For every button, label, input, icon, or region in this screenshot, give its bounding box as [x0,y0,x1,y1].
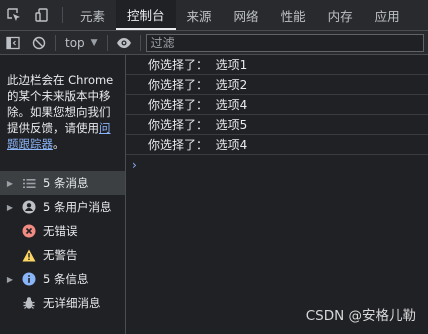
toolbar-divider [55,34,56,51]
toolbar-divider [139,34,141,51]
notice-end: 。 [53,137,65,151]
console-log-row: 你选择了： 选项4 [126,95,428,115]
live-expression-eye-icon[interactable] [111,31,137,55]
filter-warnings[interactable]: 无警告 [0,243,125,267]
console-log-row: 你选择了： 选项4 [126,135,428,155]
console-prompt[interactable]: › [126,155,428,175]
expand-arrow-icon[interactable]: ▶ [0,179,20,188]
tab-divider [62,7,63,23]
console-log-row: 你选择了： 选项5 [126,115,428,135]
filter-label: 无错误 [43,224,78,238]
context-selector[interactable]: top ▼ [59,36,104,50]
devtools-tab-bar: 元素 控制台 来源 网络 性能 内存 应用 [0,0,428,31]
user-icon [20,199,38,215]
prompt-chevron-icon: › [132,158,137,172]
error-icon [20,223,38,239]
console-output: 你选择了： 选项1 你选择了： 选项2 你选择了： 选项4 你选择了： 选项5 … [126,55,428,334]
console-log-row: 你选择了： 选项1 [126,55,428,75]
filter-user-messages[interactable]: ▶ 5 条用户消息 [0,195,125,219]
tab-network[interactable]: 网络 [223,0,270,30]
message-filter-list: ▶ 5 条消息 ▶ 5 条用户消息 无错误 无警告 ▶ 5 条信息 无详细消息 [0,171,125,315]
bug-icon [20,295,38,311]
console-log-row: 你选择了： 选项2 [126,75,428,95]
console-sidebar: 此边栏会在 Chrome 的某个未来版本中移除。如果您想向我们提供反馈，请使用问… [0,55,126,334]
filter-info[interactable]: ▶ 5 条信息 [0,267,125,291]
filter-label: 无警告 [43,248,78,262]
filter-verbose[interactable]: 无详细消息 [0,291,125,315]
filter-all-messages[interactable]: ▶ 5 条消息 [0,171,125,195]
filter-label: 5 条用户消息 [43,200,112,214]
inspect-element-icon[interactable] [0,0,28,30]
filter-label: 5 条信息 [43,272,89,286]
info-icon [20,271,38,287]
tab-sources[interactable]: 来源 [176,0,223,30]
context-selector-value: top [65,35,85,50]
filter-label: 5 条消息 [43,176,89,190]
filter-errors[interactable]: 无错误 [0,219,125,243]
expand-arrow-icon[interactable]: ▶ [0,275,20,284]
toolbar-divider [106,34,108,51]
clear-console-icon[interactable] [26,31,52,55]
tab-memory[interactable]: 内存 [317,0,364,30]
sidebar-deprecation-notice: 此边栏会在 Chrome 的某个未来版本中移除。如果您想向我们提供反馈，请使用问… [0,55,125,152]
toggle-sidebar-icon[interactable] [0,31,26,55]
tab-elements[interactable]: 元素 [69,0,116,30]
tab-console[interactable]: 控制台 [116,0,176,30]
watermark: CSDN @安格儿勒 [305,308,416,324]
notice-text: 此边栏会在 Chrome 的某个未来版本中移除。如果您想向我们提供反馈，请使用 [7,73,114,135]
list-icon [20,175,38,191]
tab-application[interactable]: 应用 [364,0,411,30]
tab-performance[interactable]: 性能 [270,0,317,30]
warning-icon [20,247,38,263]
chevron-down-icon: ▼ [90,37,98,48]
console-toolbar: top ▼ [0,31,428,55]
filter-label: 无详细消息 [43,296,101,310]
filter-input[interactable] [145,33,424,52]
expand-arrow-icon[interactable]: ▶ [0,203,20,212]
device-toolbar-icon[interactable] [28,0,56,30]
